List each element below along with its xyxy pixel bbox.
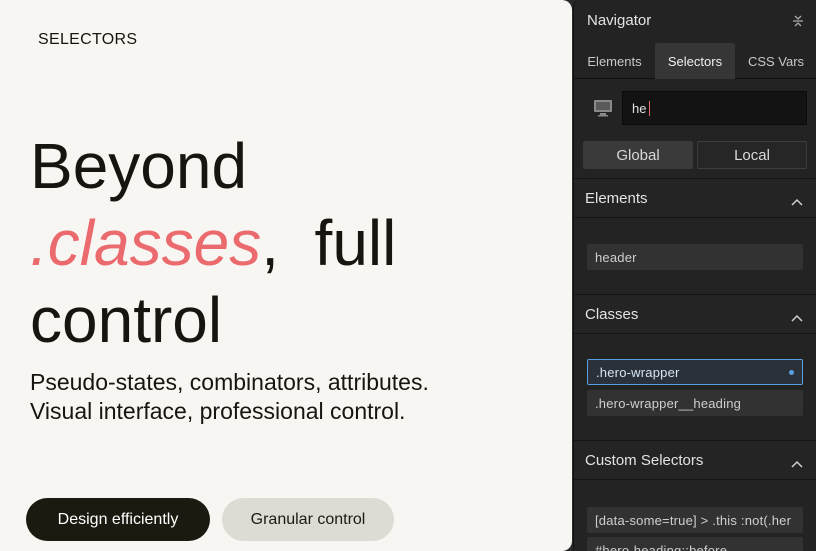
chevron-up-icon[interactable]: [791, 194, 803, 206]
class-item-label: .hero-wrapper: [596, 364, 680, 380]
hero-card: SELECTORS Beyond .classes, full control …: [0, 0, 572, 551]
section-custom-selectors-header[interactable]: Custom Selectors: [574, 440, 816, 480]
scope-global-button[interactable]: Global: [583, 141, 693, 169]
section-elements-header[interactable]: Elements: [574, 178, 816, 218]
navigator-header: Navigator: [574, 0, 816, 41]
custom-selector-item[interactable]: #hero-heading::before: [587, 537, 803, 551]
tab-css-vars[interactable]: CSS Vars: [735, 43, 816, 79]
headline-line-3: control: [30, 284, 223, 356]
section-custom-title: Custom Selectors: [585, 451, 704, 469]
section-elements-title: Elements: [585, 189, 648, 207]
scope-local-button[interactable]: Local: [697, 141, 807, 169]
headline-accent: .classes: [30, 207, 262, 279]
navigator-tabs: Elements Selectors CSS Vars: [574, 43, 816, 79]
section-classes-header[interactable]: Classes: [574, 294, 816, 334]
granular-control-button[interactable]: Granular control: [222, 498, 394, 541]
class-item-hero-wrapper[interactable]: .hero-wrapper: [587, 359, 803, 385]
navigator-title: Navigator: [587, 12, 652, 29]
subtext-line-2: Visual interface, professional control.: [30, 398, 406, 424]
headline-comma: ,: [261, 207, 279, 279]
eyebrow-label: SELECTORS: [38, 31, 138, 48]
hero-subtext: Pseudo-states, combinators, attributes. …: [30, 368, 429, 426]
selector-search-row: [574, 91, 816, 125]
subtext-line-1: Pseudo-states, combinators, attributes.: [30, 369, 429, 395]
navigator-panel: Navigator Elements Selectors CSS Vars Gl…: [573, 0, 816, 551]
design-efficiently-button[interactable]: Design efficiently: [26, 498, 210, 541]
element-item-header[interactable]: header: [587, 244, 803, 270]
chevron-up-icon[interactable]: [791, 456, 803, 468]
collapse-toggle-icon[interactable]: [791, 13, 805, 29]
text-caret: [649, 101, 650, 116]
headline-line-2: .classes, full: [30, 205, 396, 282]
headline-line-1: Beyond: [30, 130, 248, 202]
tab-selectors[interactable]: Selectors: [655, 43, 735, 79]
section-classes-title: Classes: [585, 305, 639, 323]
headline-rest: full: [314, 207, 397, 279]
hero-headline: Beyond .classes, full control: [30, 128, 396, 359]
tab-elements[interactable]: Elements: [574, 43, 655, 79]
selected-dot-icon: [789, 369, 794, 375]
class-item-hero-wrapper-heading[interactable]: .hero-wrapper__heading: [587, 390, 803, 416]
app-stage: SELECTORS Beyond .classes, full control …: [0, 0, 816, 551]
chevron-up-icon[interactable]: [791, 310, 803, 322]
monitor-icon[interactable]: [593, 99, 613, 117]
custom-selector-item[interactable]: [data-some=true] > .this :not(.her: [587, 507, 803, 533]
